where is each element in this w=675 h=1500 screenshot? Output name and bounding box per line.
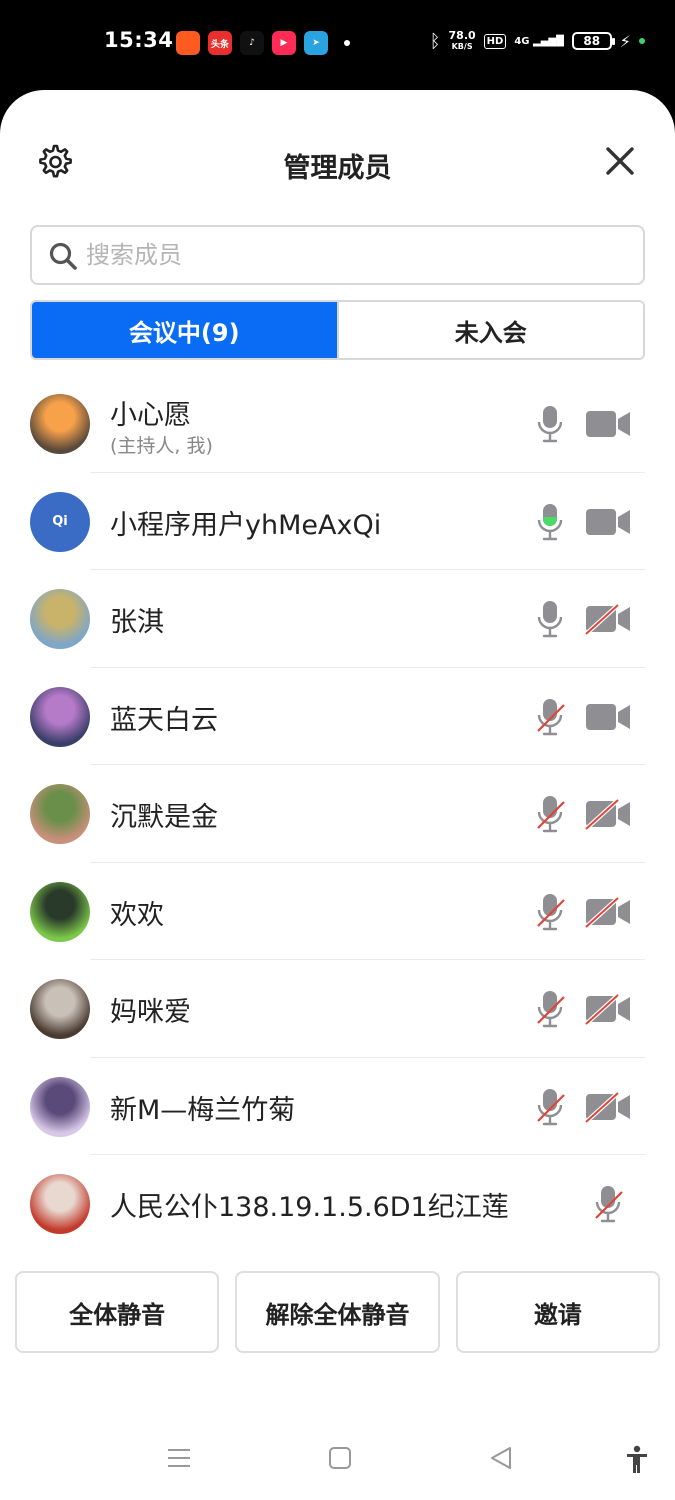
member-name: 沉默是金 (110, 802, 218, 833)
search-input[interactable] (86, 235, 626, 275)
member-row[interactable]: 人民公仆138.19.1.5.6D1纪江莲 (0, 1155, 675, 1253)
mic-muted-icon[interactable] (534, 989, 566, 1029)
status-bar: 15:34 头条 ♪ ▶ ➤ ᛒ 78.0 KB/S HD 4G ▂▄▆█ 88… (0, 0, 675, 90)
avatar (30, 1076, 90, 1137)
microphone-icon[interactable] (534, 599, 566, 639)
member-row[interactable]: 妈咪爱 (0, 960, 675, 1058)
home-icon[interactable] (328, 1445, 352, 1471)
microphone-icon[interactable] (534, 404, 566, 444)
camera-off-icon[interactable] (584, 603, 632, 635)
camera-off-icon[interactable] (584, 798, 632, 830)
member-row[interactable]: 张淇 (0, 570, 675, 668)
camera-off-icon[interactable] (584, 895, 632, 928)
member-row[interactable]: 沉默是金 (0, 765, 675, 863)
tab-not-joined[interactable]: 未入会 (336, 302, 643, 358)
avatar (30, 784, 90, 844)
camera-off-icon[interactable] (584, 993, 632, 1025)
camera-icon[interactable] (584, 701, 632, 733)
bluetooth-icon: ᛒ (429, 30, 441, 52)
member-name: 小程序用户yhMeAxQi (110, 509, 382, 541)
charging-icon: ⚡ (619, 31, 631, 51)
microphone-icon[interactable] (534, 502, 566, 542)
page-title: 管理成员 (283, 153, 392, 184)
avatar (30, 1174, 90, 1234)
telegram-icon: ➤ (304, 31, 328, 55)
video-icon: ▶ (272, 31, 296, 55)
close-icon[interactable] (603, 144, 637, 178)
signal-icon: 4G ▂▄▆█ (514, 35, 564, 47)
member-row[interactable]: 蓝天白云 (0, 668, 675, 765)
member-name: 人民公仆138.19.1.5.6D1纪江莲 (110, 1192, 509, 1223)
manage-members-sheet: 管理成员 会议中(9) 未入会 小心愿 (主持人, 我) Qi 小程序用户yhM… (0, 90, 675, 1500)
member-role: (主持人, 我) (110, 435, 213, 457)
hd-badge: HD (483, 33, 507, 49)
mic-muted-icon[interactable] (592, 1184, 624, 1224)
tiktok-icon: ♪ (240, 31, 264, 55)
member-name: 小心愿 (110, 400, 191, 431)
avatar (30, 881, 90, 942)
unmute-all-button[interactable]: 解除全体静音 (235, 1271, 440, 1353)
avatar (30, 686, 90, 747)
network-speed: 78.0 KB/S (448, 29, 476, 51)
member-name: 张淇 (110, 607, 164, 638)
avatar (30, 589, 90, 649)
mic-muted-icon[interactable] (534, 697, 566, 737)
kuaishou-icon (176, 31, 200, 55)
member-name: 蓝天白云 (110, 704, 218, 736)
accessibility-icon[interactable] (624, 1445, 650, 1475)
menu-icon[interactable] (166, 1445, 192, 1471)
member-row[interactable]: 新M—梅兰竹菊 (0, 1058, 675, 1155)
search-icon (49, 242, 77, 270)
system-nav-bar (0, 1435, 675, 1485)
avatar: Qi (30, 491, 90, 552)
toutiao-icon: 头条 (208, 31, 232, 55)
mic-muted-icon[interactable] (534, 794, 566, 834)
status-time: 15:34 (104, 28, 174, 52)
battery-icon: 88 (571, 32, 615, 50)
avatar (30, 394, 90, 454)
camera-off-icon[interactable] (584, 1090, 632, 1123)
member-row[interactable]: 小心愿 (主持人, 我) (0, 375, 675, 473)
member-tabs: 会议中(9) 未入会 (30, 300, 645, 360)
mic-muted-icon[interactable] (534, 892, 566, 932)
member-row[interactable]: Qi 小程序用户yhMeAxQi (0, 473, 675, 570)
tab-in-meeting[interactable]: 会议中(9) (32, 302, 337, 358)
status-right: ᛒ 78.0 KB/S HD 4G ▂▄▆█ 88 ⚡ (430, 30, 645, 52)
member-name: 欢欢 (110, 899, 164, 931)
member-name: 妈咪爱 (110, 997, 191, 1028)
search-box[interactable] (30, 225, 645, 285)
back-icon[interactable] (488, 1445, 514, 1471)
mic-muted-icon[interactable] (534, 1087, 566, 1127)
member-list: 小心愿 (主持人, 我) Qi 小程序用户yhMeAxQi 张淇 蓝天白云 沉默… (0, 375, 675, 1253)
notification-dot (344, 40, 350, 46)
mute-all-button[interactable]: 全体静音 (15, 1271, 220, 1353)
avatar (30, 979, 90, 1039)
action-bar: 全体静音 解除全体静音 邀请 (15, 1271, 660, 1353)
status-app-icons: 头条 ♪ ▶ ➤ (176, 31, 350, 55)
invite-button[interactable]: 邀请 (455, 1271, 660, 1353)
member-name: 新M—梅兰竹菊 (110, 1094, 296, 1126)
camera-icon[interactable] (584, 408, 632, 440)
camera-icon[interactable] (584, 506, 632, 538)
header: 管理成员 (0, 140, 675, 184)
member-row[interactable]: 欢欢 (0, 863, 675, 960)
privacy-dot (639, 38, 645, 44)
